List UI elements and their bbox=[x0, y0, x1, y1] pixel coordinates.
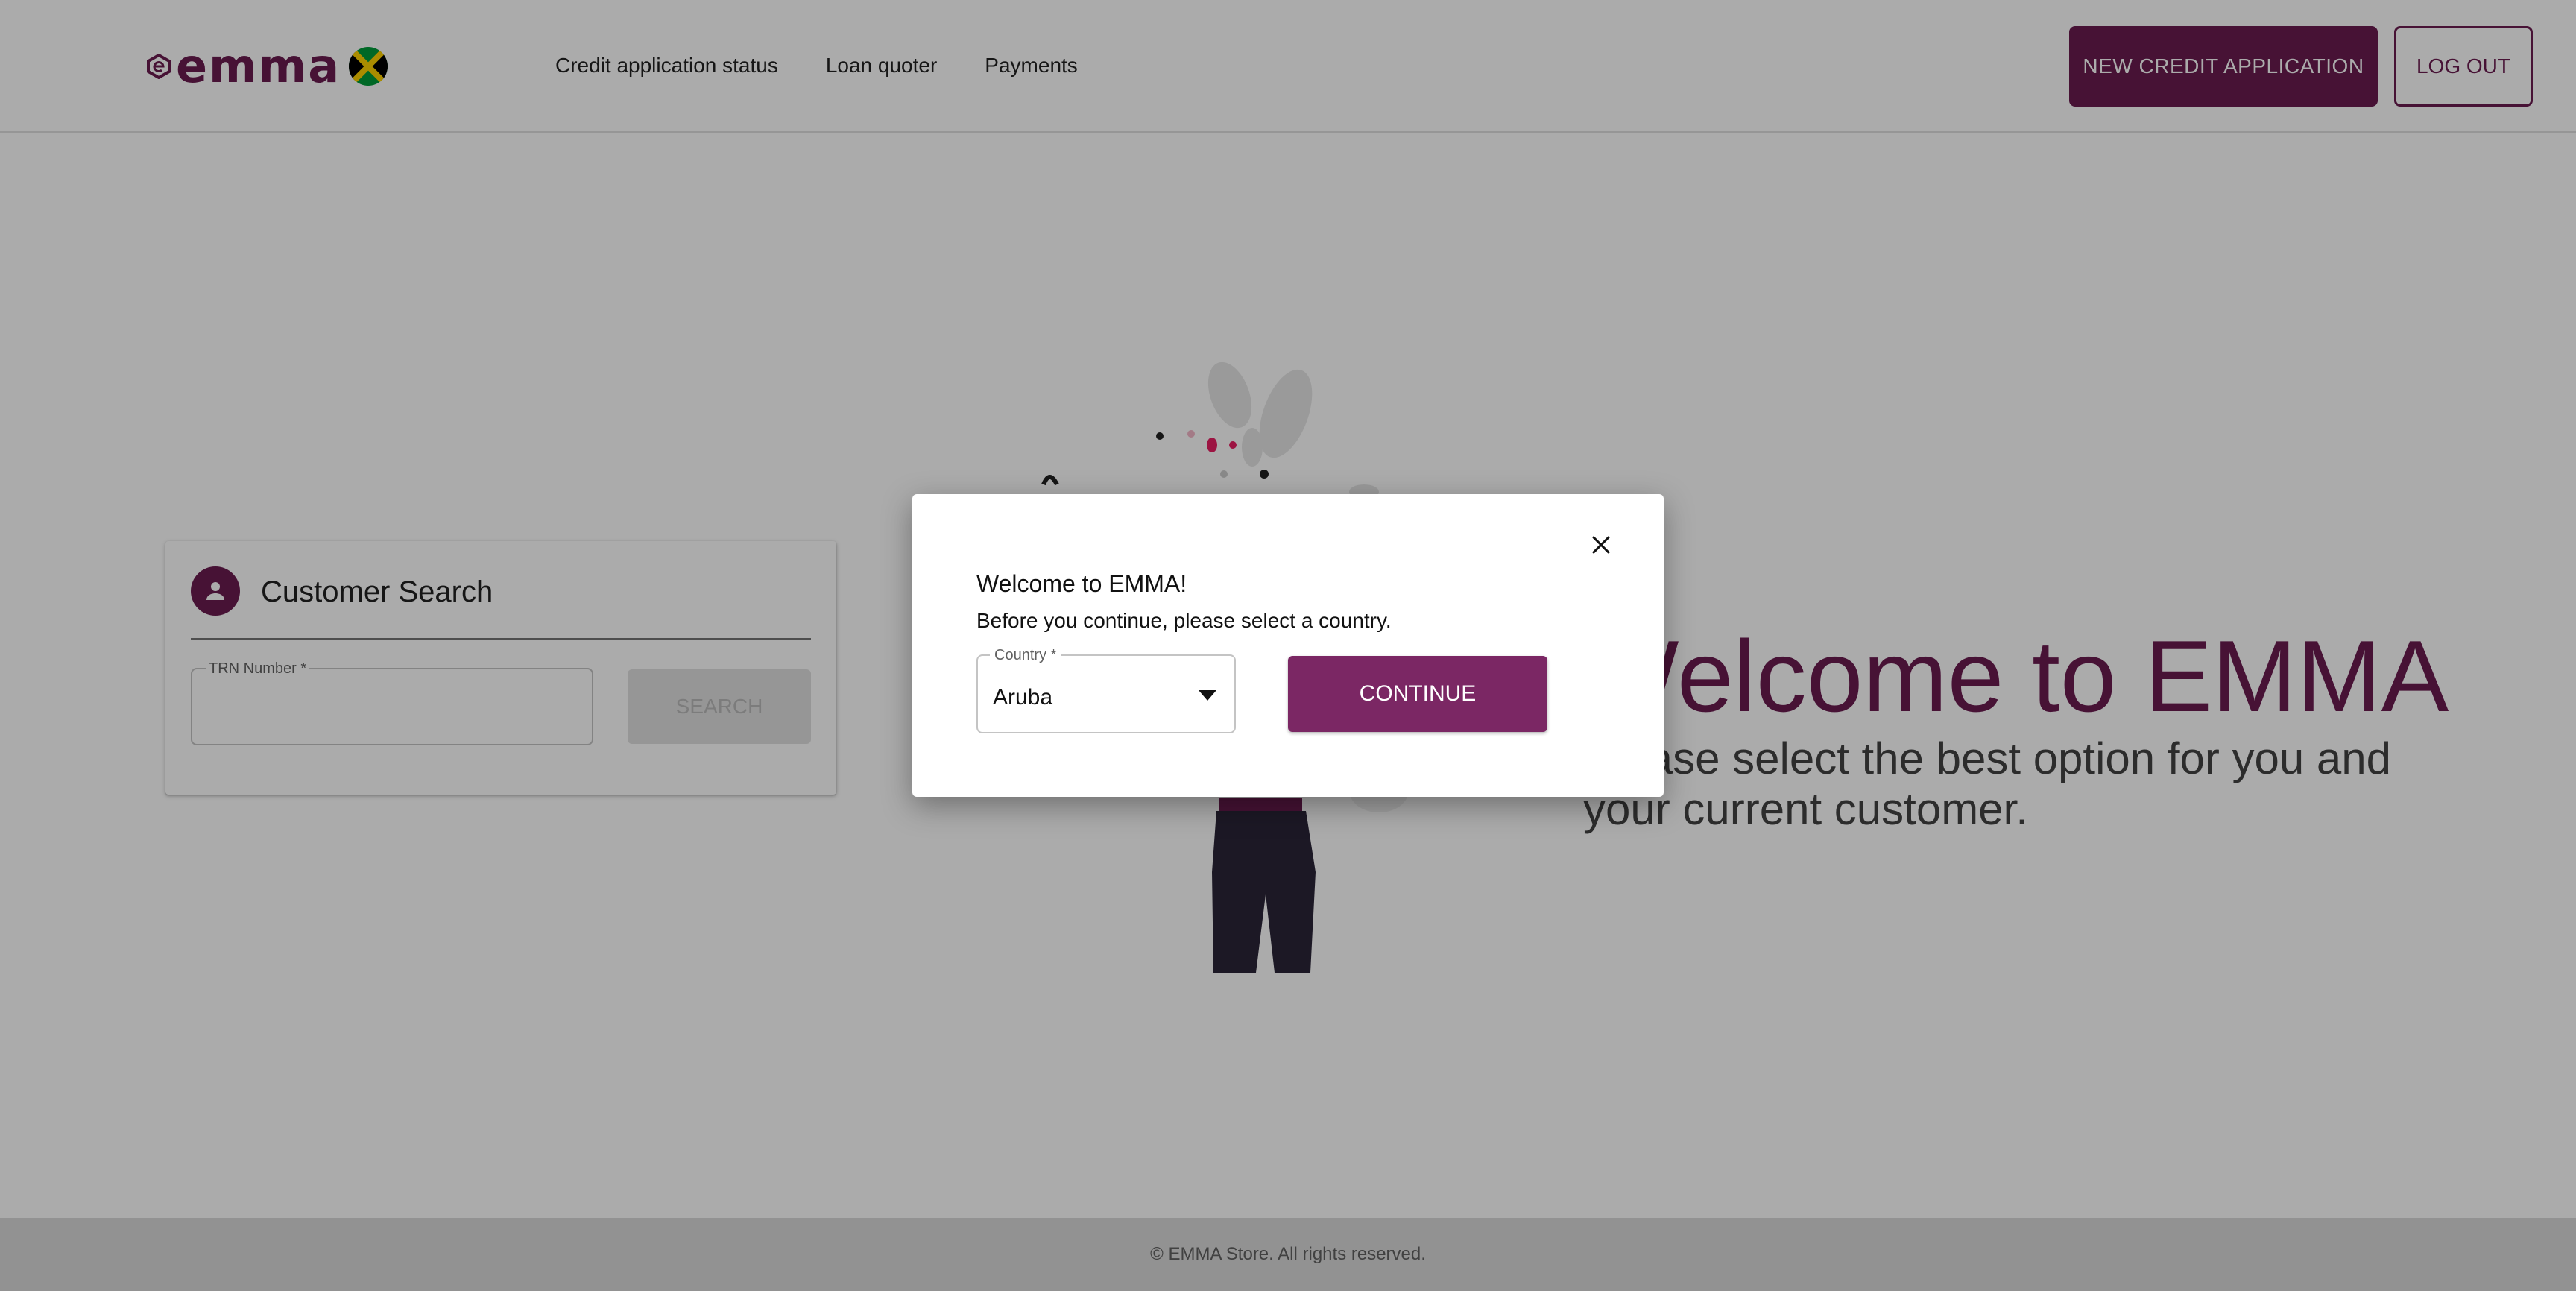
country-select-dialog: Welcome to EMMA! Before you continue, pl… bbox=[912, 494, 1664, 797]
country-selected-value: Aruba bbox=[993, 685, 1053, 710]
country-select[interactable]: Country * Aruba bbox=[976, 647, 1236, 733]
country-label: Country * bbox=[990, 647, 1061, 663]
dialog-subtitle: Before you continue, please select a cou… bbox=[976, 609, 1392, 632]
dropdown-arrow-icon bbox=[1199, 690, 1216, 701]
continue-button[interactable]: CONTINUE bbox=[1288, 656, 1547, 732]
close-icon[interactable] bbox=[1580, 524, 1622, 566]
dialog-title: Welcome to EMMA! bbox=[976, 570, 1187, 597]
